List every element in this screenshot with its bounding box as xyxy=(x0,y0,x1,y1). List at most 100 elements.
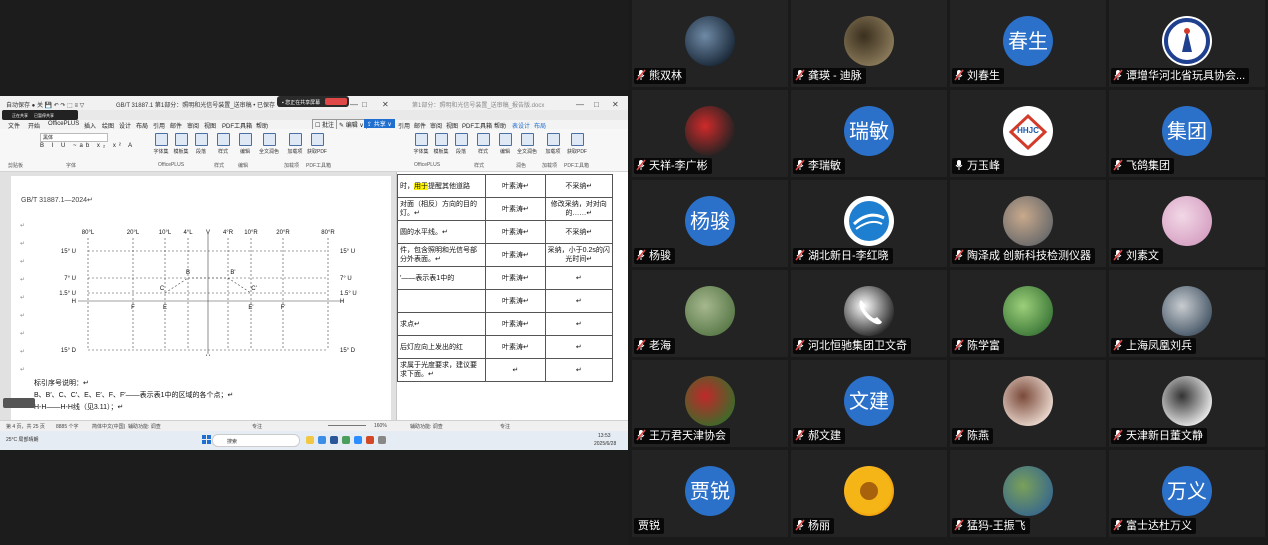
ribbon-styles-right[interactable]: 样式 xyxy=(472,133,494,155)
table-cell[interactable]: ↵ xyxy=(544,312,614,336)
participant-tile[interactable]: 陶泽成 创新科技检测仪器 xyxy=(950,180,1106,267)
ribbon-paragraph[interactable]: 段落 xyxy=(190,133,212,155)
participant-tile[interactable]: 熊双林 xyxy=(632,0,788,87)
font-name-box[interactable]: 黑体 xyxy=(40,133,108,142)
participant-tile[interactable]: 贾锐 贾锐 xyxy=(632,450,788,537)
quick-access-toolbar[interactable]: 自动保存 ● 关 💾 ↶ ↷ ⬚ ≡ ▽ xyxy=(6,100,84,109)
participant-tile[interactable]: 文建 郝文建 xyxy=(791,360,947,447)
format-buttons[interactable]: B I U ~ab x₂ x² A xyxy=(40,143,135,149)
table-cell[interactable]: 后灯应向上发出的红 xyxy=(396,335,487,359)
table-cell[interactable]: 求点↵ xyxy=(396,312,487,336)
status-accessibility[interactable]: 辅助功能: 调查 xyxy=(128,423,161,430)
participant-tile[interactable]: 杨骏 杨骏 xyxy=(632,180,788,267)
participant-tile[interactable]: 陈燕 xyxy=(950,360,1106,447)
clock-time[interactable]: 13:53 xyxy=(598,433,611,439)
zoom-app-icon[interactable] xyxy=(354,436,362,444)
ribbon-pdf-right[interactable]: 获取PDF xyxy=(566,133,588,155)
participant-tile[interactable]: 龚瑛 - 迪脉 xyxy=(791,0,947,87)
ribbon-addins-right[interactable]: 加载项 xyxy=(542,133,564,155)
table-cell[interactable]: 不采纳↵ xyxy=(544,220,614,244)
table-cell[interactable]: ↵ xyxy=(544,358,614,382)
participant-tile[interactable]: 春生 刘春生 xyxy=(950,0,1106,87)
table-cell[interactable]: ↵ xyxy=(544,335,614,359)
participant-tile[interactable]: 集团 飞鸽集团 xyxy=(1109,90,1265,177)
app-icon[interactable] xyxy=(366,436,374,444)
table-cell[interactable]: 叶素涛↵ xyxy=(485,220,546,244)
clock-date[interactable]: 2025/6/28 xyxy=(594,441,616,447)
status-accessibility-right[interactable]: 辅助功能: 调查 xyxy=(410,423,443,430)
table-cell[interactable]: 修改采纳，对对向的……↵ xyxy=(544,197,614,221)
ribbon-font-set-right[interactable]: 字体集 xyxy=(410,133,432,155)
ribbon-styles[interactable]: 样式 xyxy=(212,133,234,155)
file-explorer-icon[interactable] xyxy=(306,436,314,444)
close-button-right[interactable]: ✕ xyxy=(612,100,619,109)
mini-toolbar-item[interactable]: 正在共享 xyxy=(12,113,28,119)
table-cell[interactable] xyxy=(396,289,487,313)
ribbon-get-pdf[interactable]: 获取PDF xyxy=(306,133,328,155)
table-cell[interactable]: 件，包含照明和光信号部分外表面。↵ xyxy=(396,243,487,267)
menu-officeplus[interactable]: OfficePLUS xyxy=(48,121,79,127)
table-cell[interactable]: ↵ xyxy=(544,289,614,313)
participant-tile[interactable]: 猛犸-王振飞 xyxy=(950,450,1106,537)
participant-tile[interactable]: 湖北新日-李红晓 xyxy=(791,180,947,267)
table-cell[interactable]: ′——表示表1中的 xyxy=(396,266,487,290)
table-cell[interactable]: 叶素涛↵ xyxy=(485,335,546,359)
participant-tile[interactable]: HHJC 万玉峰 xyxy=(950,90,1106,177)
participant-tile[interactable]: 万义 富士达杜万义 xyxy=(1109,450,1265,537)
table-cell[interactable]: 圆的水平线。↵ xyxy=(396,220,487,244)
participant-tile[interactable]: 谭增华河北省玩具协会... xyxy=(1109,0,1265,87)
minimize-button-right[interactable]: — xyxy=(576,100,584,109)
word-icon[interactable] xyxy=(330,436,338,444)
shared-screen[interactable]: 自动保存 ● 关 💾 ↶ ↷ ⬚ ≡ ▽ GB/T 31887.1 第1部分：照… xyxy=(0,96,628,450)
participant-tile[interactable]: 杨丽 xyxy=(791,450,947,537)
table-cell[interactable]: 叶素涛↵ xyxy=(485,243,546,267)
zoom-slider[interactable] xyxy=(328,425,366,426)
mini-toolbar-item[interactable]: 已暂停共享 xyxy=(34,113,54,119)
maximize-button-right[interactable]: □ xyxy=(594,100,599,109)
table-cell[interactable]: 叶素涛↵ xyxy=(485,289,546,313)
windows-start-icon[interactable] xyxy=(202,435,211,444)
participant-tile[interactable]: 天祥-李广彬 xyxy=(632,90,788,177)
ribbon-paragraph-right[interactable]: 段落 xyxy=(450,133,472,155)
ribbon-polish[interactable]: 全文润色 xyxy=(258,133,280,155)
taskbar-search[interactable]: 搜索 xyxy=(212,434,300,447)
weather-widget[interactable]: 25°C 局部晴朗 xyxy=(6,436,39,443)
screen-share-indicator[interactable]: ▪ 您正在共享屏幕 xyxy=(277,96,349,107)
table-cell[interactable]: 不采纳↵ xyxy=(544,174,614,198)
participant-tile[interactable]: 老海 xyxy=(632,270,788,357)
table-cell[interactable]: 时，用于提醒其他道路 xyxy=(396,174,487,198)
status-focus-right[interactable]: 专注 xyxy=(500,423,510,430)
participant-tile[interactable]: 陈学富 xyxy=(950,270,1106,357)
app-icon[interactable] xyxy=(378,436,386,444)
table-cell[interactable]: 叶素涛↵ xyxy=(485,197,546,221)
wechat-icon[interactable] xyxy=(342,436,350,444)
participant-tile[interactable]: 瑞敏 李瑞敏 xyxy=(791,90,947,177)
participant-tile[interactable]: 上海凤凰刘兵 xyxy=(1109,270,1265,357)
participant-tile[interactable]: 河北恒驰集团卫文奇 xyxy=(791,270,947,357)
ribbon-font-set[interactable]: 字体集 xyxy=(150,133,172,155)
status-focus[interactable]: 专注 xyxy=(252,423,262,430)
share-button[interactable]: ⇪ 共享 ∨ xyxy=(364,119,395,128)
ribbon-editing[interactable]: 编辑 xyxy=(234,133,256,155)
zoom-level[interactable]: 160% xyxy=(374,423,387,429)
ribbon-polish-right[interactable]: 全文润色 xyxy=(516,133,538,155)
participant-tile[interactable]: 刘素文 xyxy=(1109,180,1265,267)
table-cell[interactable]: ↵ xyxy=(485,358,546,382)
ribbon-template-set[interactable]: 模板集 xyxy=(170,133,192,155)
close-button[interactable]: ✕ xyxy=(382,100,389,109)
maximize-button[interactable]: □ xyxy=(362,100,367,109)
document-page-right[interactable]: 时，用于提醒其他道路 叶素涛↵ 不采纳↵ 对面（相反）方向的目的灯。↵ 叶素涛↵ 修改采纳… xyxy=(396,172,628,420)
share-mini-toolbar[interactable]: 正在共享 已暂停共享 xyxy=(2,110,78,120)
ribbon-template-right[interactable]: 模板集 xyxy=(430,133,452,155)
status-language[interactable]: 简体中文(中国) xyxy=(92,423,125,430)
table-cell[interactable]: 采纳，小于0.2s的闪光时间↵ xyxy=(544,243,614,267)
table-cell[interactable]: ↵ xyxy=(544,266,614,290)
table-cell[interactable]: 叶素涛↵ xyxy=(485,266,546,290)
stop-share-button[interactable] xyxy=(325,98,347,105)
table-cell[interactable]: 对面（相反）方向的目的灯。↵ xyxy=(396,197,487,221)
participant-tile[interactable]: 王万君天津协会 xyxy=(632,360,788,447)
ribbon-editing-right[interactable]: 编辑 xyxy=(494,133,516,155)
table-cell[interactable]: 叶素涛↵ xyxy=(485,312,546,336)
ribbon-addins[interactable]: 加载项 xyxy=(284,133,306,155)
table-cell[interactable]: 叶素涛↵ xyxy=(485,174,546,198)
